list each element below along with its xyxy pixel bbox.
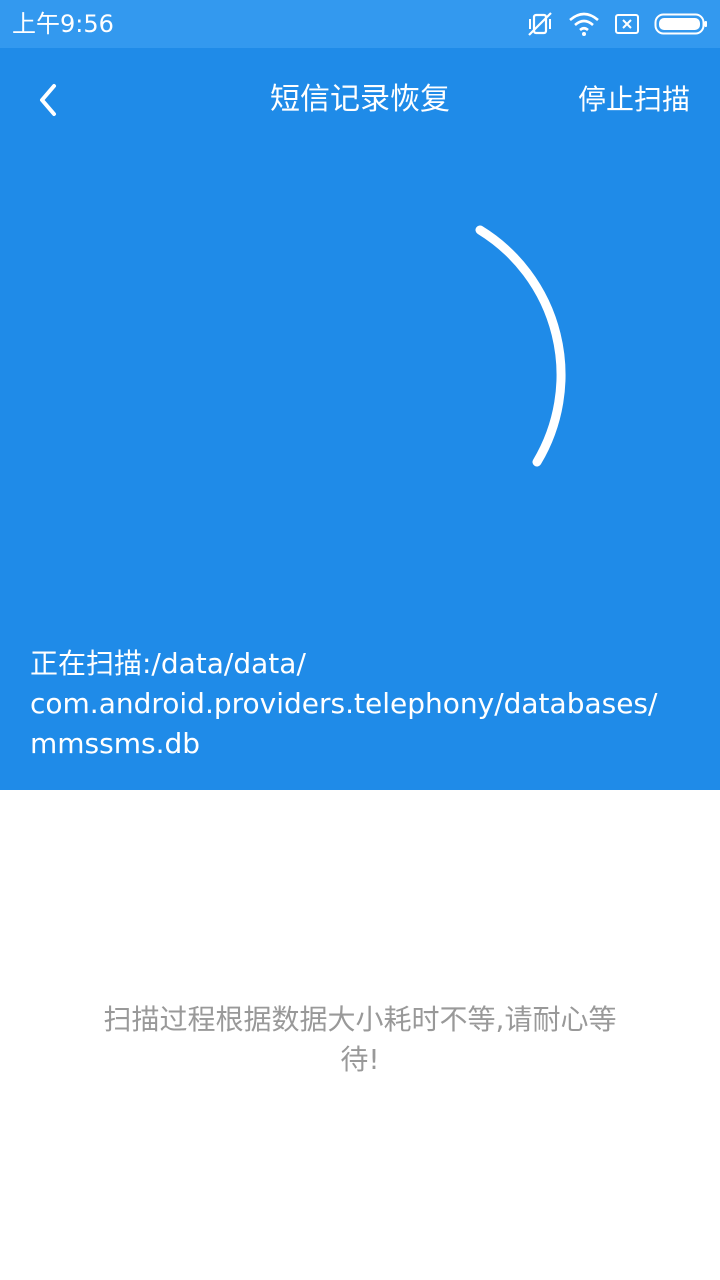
page-title: 短信记录恢复 [270,82,450,117]
status-time: 上午9:56 [12,10,114,38]
scan-path-line: 正在扫描:/data/data/ [30,647,306,680]
scan-path-line: mmssms.db [30,727,201,760]
vibrate-off-icon [526,10,554,38]
battery-icon [654,12,708,36]
status-icons [526,8,708,40]
scan-path-line: com.android.providers.telephony/database… [30,687,658,720]
back-button[interactable] [22,76,78,124]
sim-x-icon [614,12,640,36]
scan-path-status: 正在扫描:/data/data/ com.android.providers.t… [30,644,690,764]
loading-spinner [240,200,566,467]
toolbar: 短信记录恢复 停止扫描 [0,48,720,152]
wait-message-line: 扫描过程根据数据大小耗时不等,请耐心等 [103,1003,617,1036]
wait-message-line: 待! [340,1043,380,1076]
scan-screen: 上午9:56 短信记录恢复 停止扫描 正在扫描:/data/data/ com.… [0,0,720,1280]
wifi-icon [568,11,600,37]
status-bar: 上午9:56 [0,0,720,48]
loading-arc [475,225,566,467]
stop-scan-button[interactable]: 停止扫描 [578,78,690,122]
wait-message: 扫描过程根据数据大小耗时不等,请耐心等 待! [60,1000,660,1080]
chevron-left-icon [40,84,56,116]
